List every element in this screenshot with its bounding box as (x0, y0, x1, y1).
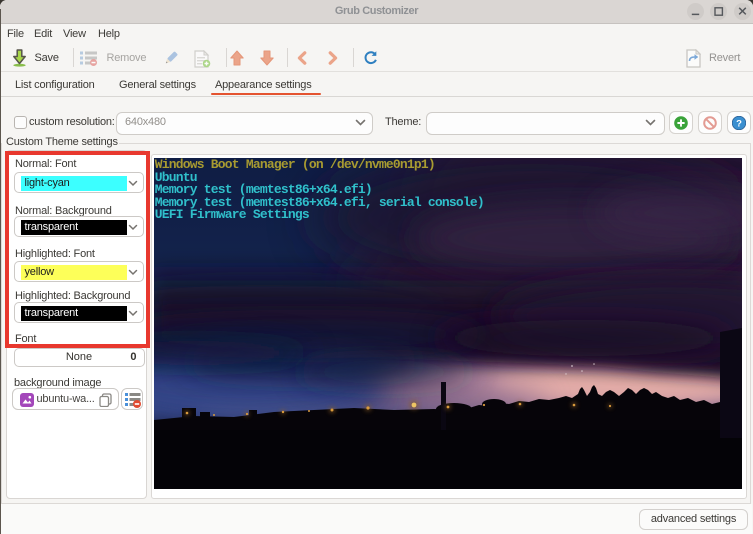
svg-text:?: ? (736, 118, 742, 129)
